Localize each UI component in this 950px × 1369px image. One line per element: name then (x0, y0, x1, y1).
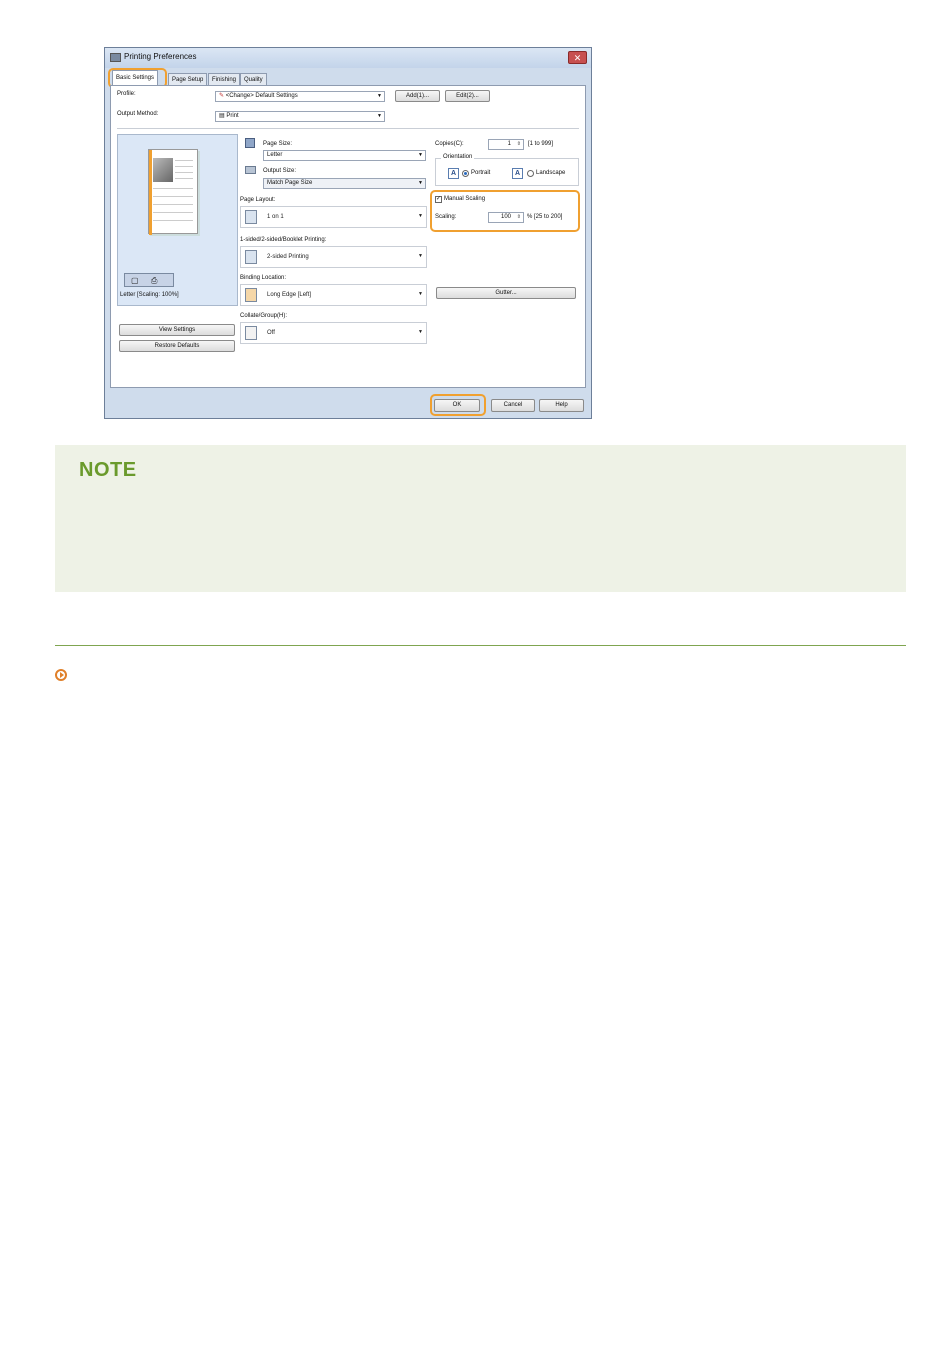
text-line (175, 172, 193, 173)
landscape-label: Landscape (536, 170, 566, 176)
output-method-select[interactable]: ▤ Print ▼ (215, 111, 385, 122)
text-line (153, 196, 193, 197)
portrait-label: Portrait (471, 170, 491, 176)
view-settings-button[interactable]: View Settings (119, 324, 235, 336)
collate-select[interactable]: Off ▼ (240, 322, 427, 344)
link-arrow-icon[interactable] (55, 669, 67, 681)
tab-finishing[interactable]: Finishing (208, 73, 241, 85)
binding-edge (149, 150, 152, 235)
dropdown-arrow-icon: ▼ (418, 329, 423, 335)
text-line (153, 212, 193, 213)
preview-image (153, 158, 173, 182)
text-line (153, 188, 193, 189)
orientation-label: Orientation (441, 154, 475, 160)
sided-printing-select[interactable]: 2-sided Printing ▼ (240, 246, 427, 268)
edit-profile-button[interactable]: Edit(2)... (445, 90, 490, 102)
printing-preferences-dialog: Printing Preferences ✕ Basic Settings Pa… (104, 47, 592, 419)
dropdown-arrow-icon: ▼ (418, 291, 423, 297)
profile-label: Profile: (117, 91, 136, 97)
title-bar: Printing Preferences ✕ (105, 48, 591, 68)
restore-defaults-button[interactable]: Restore Defaults (119, 340, 235, 352)
sided-printing-label: 1-sided/2-sided/Booklet Printing: (240, 237, 327, 243)
page-layout-icon (245, 210, 257, 224)
scaling-highlight (430, 190, 580, 232)
page-size-label: Page Size: (263, 141, 293, 147)
portrait-radio[interactable] (462, 170, 469, 177)
binding-location-label: Binding Location: (240, 275, 287, 281)
binding-icon (245, 288, 257, 302)
add-profile-button[interactable]: Add(1)... (395, 90, 440, 102)
text-line (153, 220, 193, 221)
page-layout-value: 1 on 1 (267, 214, 284, 220)
preview-area: ▢ ⎙ Letter [Scaling: 100%] (117, 134, 238, 306)
printer-icon (110, 53, 121, 62)
page-layout-select[interactable]: 1 on 1 ▼ (240, 206, 427, 228)
portrait-icon: A (448, 168, 459, 179)
dropdown-arrow-icon: ▼ (377, 113, 382, 119)
dropdown-arrow-icon: ▼ (418, 213, 423, 219)
copies-spinner[interactable]: 1 ⇳ (488, 139, 524, 150)
text-line (175, 160, 193, 161)
output-method-label: Output Method: (117, 111, 159, 117)
profile-value: <Change> Default Settings (225, 93, 298, 99)
copies-range: [1 to 999] (528, 141, 554, 147)
profile-select[interactable]: ✎ <Change> Default Settings ▼ (215, 91, 385, 102)
output-method-value: Print (226, 113, 239, 119)
binding-location-value: Long Edge [Left] (267, 292, 312, 298)
dropdown-arrow-icon: ▼ (418, 180, 423, 186)
collate-label: Collate/Group(H): (240, 313, 288, 319)
pencil-icon: ✎ (219, 93, 225, 99)
text-line (153, 204, 193, 205)
dropdown-arrow-icon: ▼ (418, 152, 423, 158)
page-size-select[interactable]: Letter ▼ (263, 150, 426, 161)
page-preview (148, 149, 198, 235)
printer-view-icon: ⎙ (151, 276, 158, 285)
divider (117, 128, 579, 129)
note-title: NOTE (79, 459, 137, 481)
text-line (175, 166, 193, 167)
output-size-icon (245, 166, 256, 174)
landscape-icon: A (512, 168, 523, 179)
text-line (175, 178, 193, 179)
page-size-icon (245, 138, 255, 148)
preview-toggle-button[interactable]: ▢ ⎙ (124, 273, 174, 287)
collate-icon (245, 326, 257, 340)
tab-quality[interactable]: Quality (240, 73, 267, 85)
page-view-icon: ▢ (131, 276, 139, 285)
sided-printing-value: 2-sided Printing (267, 254, 309, 260)
cancel-button[interactable]: Cancel (491, 399, 535, 412)
dialog-title: Printing Preferences (124, 52, 197, 61)
binding-location-select[interactable]: Long Edge [Left] ▼ (240, 284, 427, 306)
help-button[interactable]: Help (539, 399, 584, 412)
note-box: NOTE (55, 445, 906, 592)
tab-page-setup[interactable]: Page Setup (168, 73, 208, 85)
preview-caption: Letter [Scaling: 100%] (120, 292, 179, 298)
copies-label: Copies(C): (435, 141, 464, 147)
section-divider (55, 645, 906, 646)
output-size-label: Output Size: (263, 168, 297, 174)
page-size-value: Letter (267, 152, 283, 158)
copies-value: 1 (507, 141, 511, 147)
close-button[interactable]: ✕ (568, 51, 587, 64)
dropdown-arrow-icon: ▼ (418, 253, 423, 259)
spinner-arrows-icon[interactable]: ⇳ (517, 140, 521, 149)
output-size-value: Match Page Size (267, 180, 313, 186)
landscape-radio[interactable] (527, 170, 534, 177)
collate-value: Off (267, 330, 275, 336)
dropdown-arrow-icon: ▼ (377, 93, 382, 99)
gutter-button[interactable]: Gutter... (436, 287, 576, 299)
output-size-select[interactable]: Match Page Size ▼ (263, 178, 426, 189)
duplex-icon (245, 250, 257, 264)
page-layout-label: Page Layout: (240, 197, 276, 203)
ok-highlight (430, 394, 486, 416)
basic-settings-panel: Profile: ✎ <Change> Default Settings ▼ A… (110, 85, 586, 388)
